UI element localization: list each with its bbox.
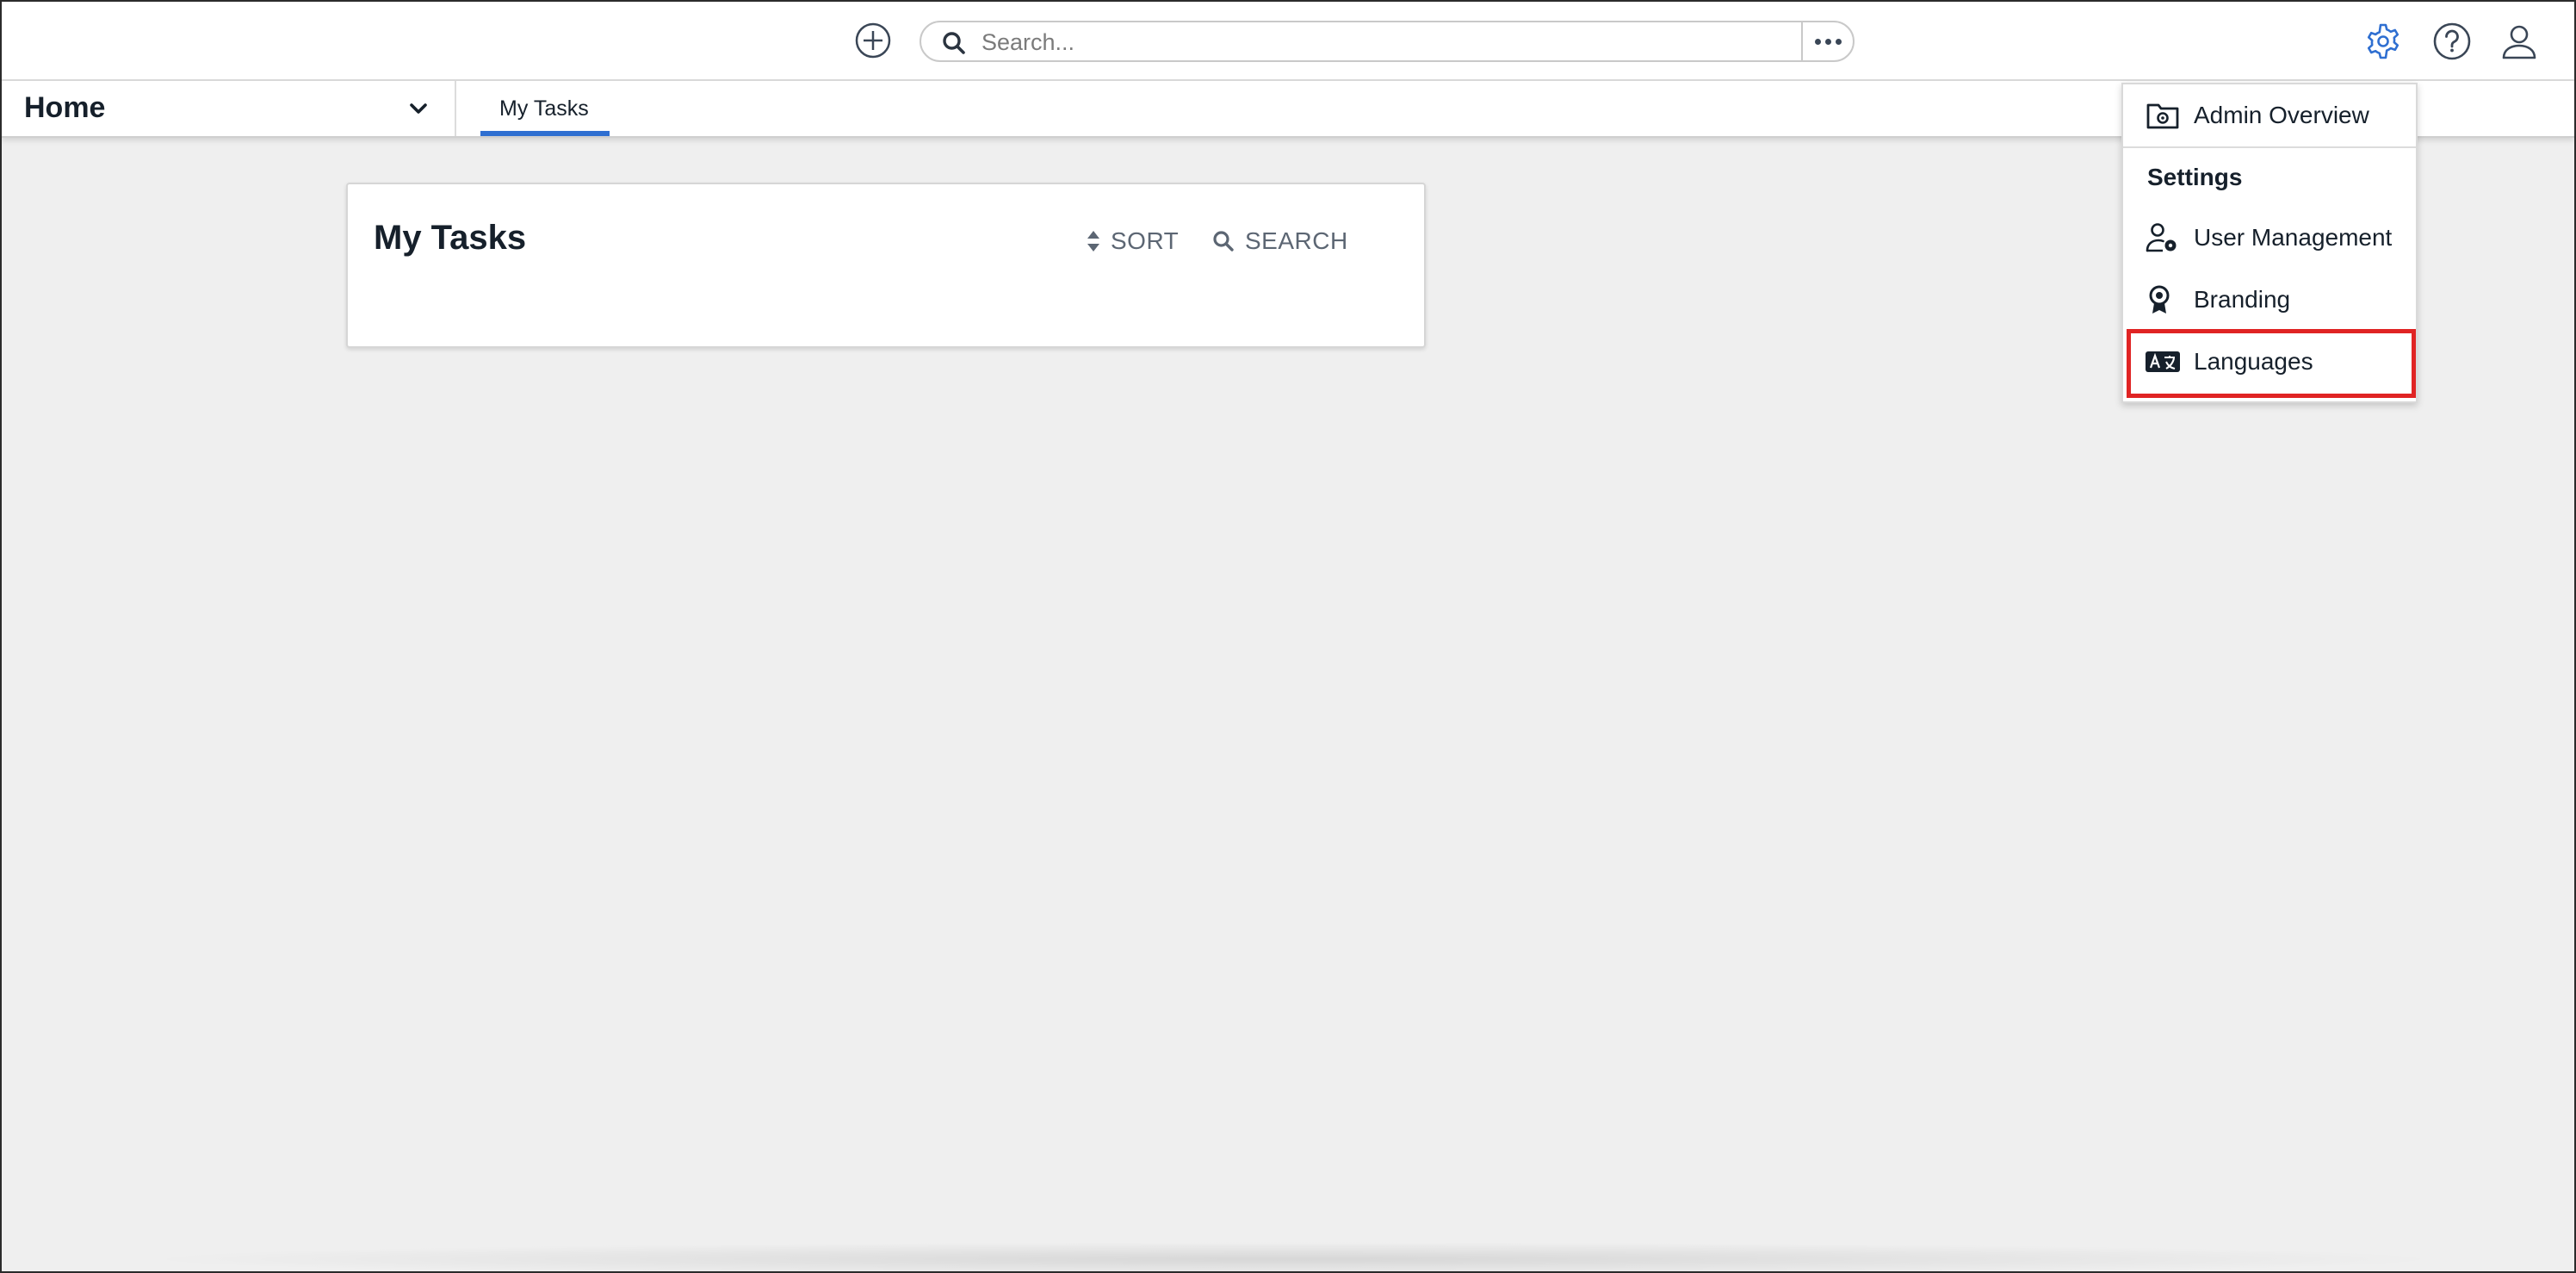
- help-circle-icon: [2433, 22, 2471, 60]
- chevron-down-icon: [410, 103, 427, 114]
- menu-item-label: User Management: [2194, 224, 2393, 251]
- my-tasks-card: My Tasks SORT SEARCH: [346, 183, 1426, 348]
- home-dropdown-label: Home: [24, 91, 106, 124]
- active-tab-indicator: [480, 131, 610, 136]
- user-menu-button[interactable]: [2499, 21, 2540, 62]
- bottom-shadow: [131, 1242, 2455, 1271]
- app-window: Home My Tasks My Tasks SORT SEARCH: [0, 0, 2576, 1273]
- search-icon: [1213, 231, 1234, 251]
- gear-icon: [2367, 23, 2400, 59]
- tab-label: My Tasks: [499, 96, 589, 121]
- menu-item-label: Languages: [2194, 348, 2313, 375]
- card-title: My Tasks: [374, 219, 527, 257]
- menu-item-user-management[interactable]: User Management: [2123, 207, 2416, 267]
- menu-section-title: Settings: [2147, 164, 2243, 190]
- add-button[interactable]: [854, 22, 892, 59]
- card-search-button[interactable]: SEARCH: [1212, 226, 1348, 257]
- sort-icon: [1087, 231, 1099, 251]
- search-options-button[interactable]: [1801, 22, 1853, 60]
- sort-label: SORT: [1111, 227, 1180, 254]
- plus-circle-icon: [855, 22, 891, 59]
- menu-item-label: Admin Overview: [2194, 102, 2369, 128]
- tab-my-tasks[interactable]: My Tasks: [480, 81, 610, 136]
- settings-menu: Admin Overview Settings User Management …: [2121, 83, 2418, 403]
- menu-item-admin-overview[interactable]: Admin Overview: [2123, 84, 2416, 145]
- menu-item-label: Branding: [2194, 286, 2291, 313]
- search-label: SEARCH: [1245, 227, 1348, 254]
- award-icon: [2149, 285, 2170, 314]
- search-input[interactable]: [980, 26, 1810, 59]
- menu-divider: [2123, 146, 2416, 148]
- language-icon: [2146, 351, 2180, 372]
- menu-item-branding[interactable]: Branding: [2123, 269, 2416, 329]
- top-bar: [2, 2, 2574, 81]
- search-icon: [943, 32, 965, 54]
- folder-gear-icon: [2146, 103, 2179, 129]
- settings-button[interactable]: [2362, 21, 2404, 62]
- global-search[interactable]: [920, 21, 1855, 62]
- home-dropdown[interactable]: Home: [2, 81, 456, 136]
- user-gear-icon: [2146, 223, 2177, 252]
- user-icon: [2502, 25, 2536, 59]
- help-button[interactable]: [2431, 21, 2473, 62]
- sort-button[interactable]: SORT: [1087, 226, 1179, 257]
- ellipsis-icon: [1814, 38, 1842, 45]
- menu-item-languages[interactable]: Languages: [2123, 331, 2416, 391]
